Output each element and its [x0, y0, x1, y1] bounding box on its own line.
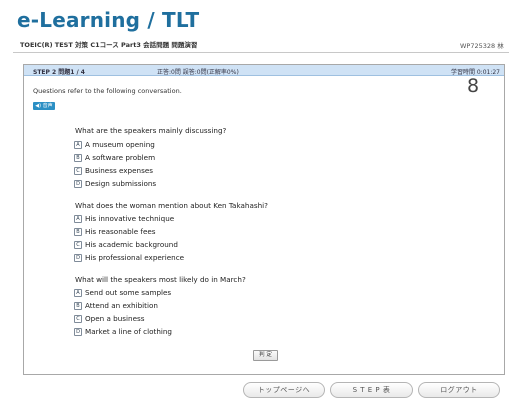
option-text: A museum opening: [85, 140, 155, 149]
option-letter: C: [74, 240, 82, 249]
option-letter: B: [74, 153, 82, 162]
question-1-text: What are the speakers mainly discussing?: [75, 126, 227, 135]
option-text: Design submissions: [85, 179, 157, 188]
question-2-option-c[interactable]: C His academic background: [74, 240, 178, 249]
option-text: His professional experience: [85, 253, 185, 262]
question-3-option-b[interactable]: B Attend an exhibition: [74, 301, 158, 310]
instruction-text: Questions refer to the following convers…: [33, 87, 182, 95]
header-divider: [13, 52, 509, 53]
audio-play-button[interactable]: ◀) 音声: [33, 102, 55, 110]
question-1-option-a[interactable]: A A museum opening: [74, 140, 155, 149]
option-letter: D: [74, 327, 82, 336]
option-text: A software problem: [85, 153, 156, 162]
option-letter: A: [74, 214, 82, 223]
logout-button[interactable]: ログアウト: [418, 382, 500, 398]
question-3-option-c[interactable]: C Open a business: [74, 314, 145, 323]
question-1-option-b[interactable]: B A software problem: [74, 153, 155, 162]
question-panel: STEP 2 問題1 / 4 正答:0問 誤答:0問(正解率0%) 学習時間 0…: [23, 64, 505, 375]
status-bar: STEP 2 問題1 / 4 正答:0問 誤答:0問(正解率0%) 学習時間 0…: [24, 65, 504, 76]
option-text: Open a business: [85, 314, 145, 323]
option-letter: D: [74, 253, 82, 262]
option-letter: A: [74, 288, 82, 297]
course-title: TOEIC(R) TEST 対策 C1コース Part3 会話問題 問題演習: [20, 41, 198, 49]
question-3-option-d[interactable]: D Market a line of clothing: [74, 327, 172, 336]
option-letter: B: [74, 227, 82, 236]
option-letter: A: [74, 140, 82, 149]
judge-button[interactable]: 判 定: [253, 350, 278, 361]
question-number: 8: [467, 75, 480, 97]
question-2-option-a[interactable]: A His innovative technique: [74, 214, 174, 223]
question-1-option-d[interactable]: D Design submissions: [74, 179, 156, 188]
option-letter: B: [74, 301, 82, 310]
option-text: Attend an exhibition: [85, 301, 158, 310]
question-3-option-a[interactable]: A Send out some samples: [74, 288, 171, 297]
score-summary: 正答:0問 誤答:0問(正解率0%): [157, 69, 239, 76]
question-2-text: What does the woman mention about Ken Ta…: [75, 201, 268, 210]
option-letter: C: [74, 166, 82, 175]
user-id: WP725328 林: [460, 42, 504, 50]
option-text: His academic background: [85, 240, 178, 249]
question-1-option-c[interactable]: C Business expenses: [74, 166, 153, 175]
question-2-option-b[interactable]: B His reasonable fees: [74, 227, 156, 236]
question-2-option-d[interactable]: D His professional experience: [74, 253, 184, 262]
step-table-button[interactable]: S T E P 表: [330, 382, 413, 398]
step-indicator: STEP 2 問題1 / 4: [33, 69, 85, 76]
option-letter: C: [74, 314, 82, 323]
option-text: His reasonable fees: [85, 227, 156, 236]
option-text: Send out some samples: [85, 288, 172, 297]
top-page-button[interactable]: トップページへ: [243, 382, 325, 398]
option-text: His innovative technique: [85, 214, 175, 223]
option-text: Business expenses: [85, 166, 153, 175]
option-letter: D: [74, 179, 82, 188]
question-3-text: What will the speakers most likely do in…: [75, 275, 246, 284]
option-text: Market a line of clothing: [85, 327, 172, 336]
app-title: e-Learning / TLT: [17, 8, 200, 32]
